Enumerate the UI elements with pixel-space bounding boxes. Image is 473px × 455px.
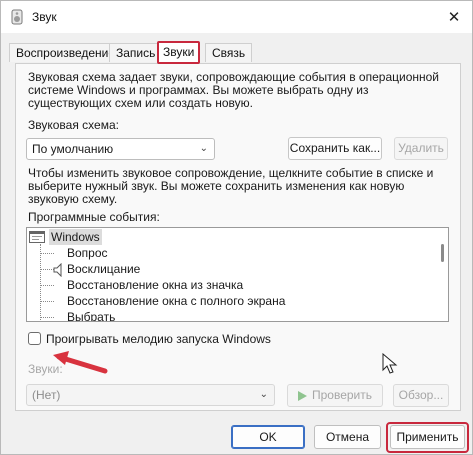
scheme-label: Звуковая схема: [28,118,119,132]
chevron-down-icon: ⌄ [259,389,268,400]
speaker-icon [11,9,23,25]
scheme-select[interactable]: По умолчанию ⌄ [26,138,215,160]
tab-playback[interactable]: Воспроизведение [9,43,123,62]
close-button[interactable]: ✕ [442,5,466,29]
list-item[interactable]: Вопрос [67,245,108,261]
chevron-down-icon: ⌄ [199,143,208,154]
title-bar: Звук ✕ [1,1,472,33]
scheme-value: По умолчанию [32,142,114,156]
events-scrollbar[interactable] [436,228,448,321]
scheme-description: Звуковая схема задает звуки, сопровождаю… [28,70,439,110]
sound-dialog: Звук ✕ Воспроизведение Запись Связь Звук… [0,0,473,455]
close-icon: ✕ [447,9,461,26]
tree-connector [40,301,54,302]
events-label: Программные события: [28,210,160,224]
test-button[interactable]: Проверить [287,384,383,407]
ok-button[interactable]: OK [231,425,305,449]
list-item[interactable]: Выбрать [67,309,115,321]
windows-app-icon [29,231,45,243]
list-item-label: Windows [49,229,102,245]
tab-recording[interactable]: Запись [109,43,163,62]
scrollbar-thumb[interactable] [441,244,444,262]
startup-sound-checkbox[interactable] [28,332,41,345]
change-instructions: Чтобы изменить звуковое сопровождение, щ… [28,166,434,206]
list-item[interactable]: Восстановление окна с полного экрана [67,293,285,309]
tree-connector [40,269,54,270]
tree-connector [40,253,54,254]
list-item[interactable]: Восстановление окна из значка [67,277,243,293]
delete-button[interactable]: Удалить [394,137,448,160]
browse-button[interactable]: Обзор... [393,384,449,407]
tab-connection[interactable]: Связь [205,43,253,62]
play-icon [298,391,307,401]
cancel-button[interactable]: Отмена [314,425,381,449]
tree-connector [40,244,41,321]
window-title: Звук [32,10,57,24]
tab-sounds[interactable]: Звуки [157,41,201,64]
tree-connector [40,285,54,286]
save-as-button[interactable]: Сохранить как... [288,137,382,160]
tree-connector [40,317,54,318]
red-arrow-annotation [53,351,108,374]
sound-file-icon [53,263,62,277]
events-list[interactable]: Windows Вопрос Восклицание Восстановлени… [26,227,449,322]
apply-highlight-annotation [386,422,469,453]
test-button-label: Проверить [311,388,372,402]
list-item[interactable]: Восклицание [67,261,140,277]
mouse-cursor-icon [382,353,398,374]
